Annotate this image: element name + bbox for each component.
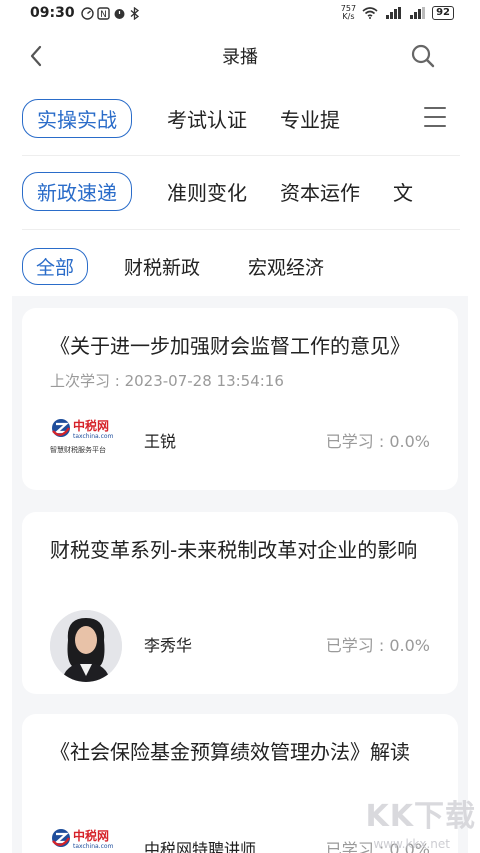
divider <box>22 229 460 230</box>
svg-text:N: N <box>100 10 107 20</box>
more-categories-button[interactable] <box>424 107 446 127</box>
tab-ziben-yunzuo[interactable]: 资本运作 <box>280 177 360 206</box>
app-header: 录播 <box>0 32 480 80</box>
teacher-name: 中税网特聘讲师 <box>144 840 257 853</box>
taxchina-logo-icon: 中税网 taxchina.com 智慧财税服务平台 <box>50 418 114 454</box>
tab-hongguan-jingji[interactable]: 宏观经济 <box>248 253 324 280</box>
nfc-icon: N <box>96 6 110 20</box>
teacher-name: 王锐 <box>144 432 177 451</box>
logo-domain: taxchina.com <box>73 433 114 440</box>
course-card[interactable]: 《关于进一步加强财会监督工作的意见》 上次学习 : 2023-07-28 13:… <box>22 308 458 490</box>
chevron-left-icon <box>30 45 42 67</box>
category-tabs-tertiary: 全部 财税新政 宏观经济 <box>0 247 480 285</box>
network-speed: 757 K/s <box>341 5 356 21</box>
tab-zhunze-bianhua[interactable]: 准则变化 <box>167 177 247 206</box>
tab-xinzheng-sudi[interactable]: 新政速递 <box>22 171 132 211</box>
divider <box>22 155 460 156</box>
watermark-sub: www.kkx.net <box>373 837 450 851</box>
study-progress: 已学习 : 0.0% <box>325 636 430 655</box>
alarm-icon <box>114 8 125 19</box>
signal-icon-2 <box>410 7 426 19</box>
battery-indicator: 92 <box>432 6 454 20</box>
status-bar: 09:30 N 757 K/s 92 <box>0 0 480 26</box>
teacher-name: 李秀华 <box>144 636 193 655</box>
logo-domain: taxchina.com <box>73 843 114 850</box>
menu-icon-line <box>424 116 446 118</box>
last-study-time: 上次学习 : 2023-07-28 13:54:16 <box>50 372 284 390</box>
taxchina-logo: 中税网 taxchina.com 智慧财税服务平台 <box>50 416 130 456</box>
teacher-avatar <box>50 610 122 682</box>
page-title: 录播 <box>222 47 258 68</box>
tab-caishui-xinzheng[interactable]: 财税新政 <box>124 253 200 280</box>
study-progress: 已学习 : 0.0% <box>325 432 430 451</box>
teacher-avatar-icon <box>50 610 122 682</box>
watermark: KK下载 <box>365 799 476 834</box>
speed-icon <box>80 6 94 20</box>
taxchina-logo-icon: 中税网 taxchina.com <box>52 828 114 850</box>
bluetooth-icon <box>130 6 139 20</box>
category-tabs-primary: 实操实战 考试认证 专业提 <box>0 97 480 139</box>
logo-name: 中税网 <box>73 828 109 843</box>
course-title: 财税变革系列-未来税制改革对企业的影响 <box>50 538 418 562</box>
back-button[interactable] <box>22 42 50 70</box>
menu-icon-line <box>424 107 446 109</box>
logo-name: 中税网 <box>73 418 109 433</box>
network-speed-unit: K/s <box>342 12 355 21</box>
course-title: 《社会保险基金预算绩效管理办法》解读 <box>50 740 410 764</box>
course-title: 《关于进一步加强财会监督工作的意见》 <box>50 334 410 358</box>
tab-kaoshi-renzheng[interactable]: 考试认证 <box>167 104 247 133</box>
menu-icon-line <box>424 125 446 127</box>
category-tabs-secondary: 新政速递 准则变化 资本运作 文 <box>0 170 480 212</box>
tab-zhuanye-ti[interactable]: 专业提 <box>280 104 340 133</box>
wifi-icon <box>362 7 378 19</box>
status-notification-icons: N <box>80 6 140 20</box>
course-card[interactable]: 财税变革系列-未来税制改革对企业的影响 李秀华 已学习 : 0.0% <box>22 512 458 694</box>
tab-shicao-shizhan[interactable]: 实操实战 <box>22 98 132 138</box>
search-icon <box>411 44 435 68</box>
logo-slogan: 智慧财税服务平台 <box>50 445 106 454</box>
signal-icon-1 <box>386 7 402 19</box>
tab-quanbu[interactable]: 全部 <box>22 247 89 285</box>
tab-partial[interactable]: 文 <box>393 177 413 206</box>
taxchina-logo: 中税网 taxchina.com <box>50 826 130 853</box>
search-button[interactable] <box>408 41 438 71</box>
status-time: 09:30 <box>30 5 75 21</box>
